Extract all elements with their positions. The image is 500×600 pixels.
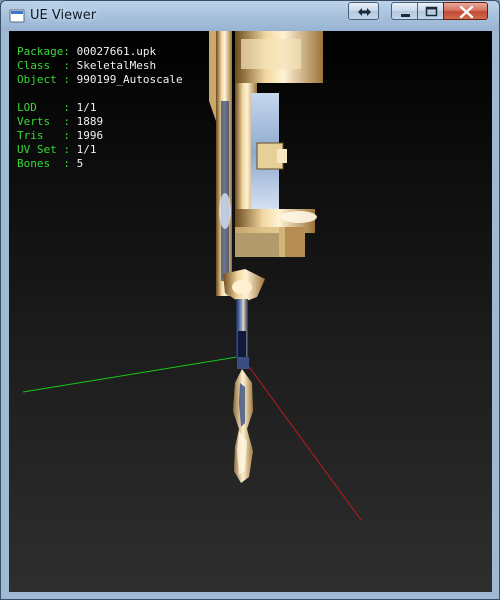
title-bar[interactable]: UE Viewer (1, 1, 499, 31)
package-value: 00027661.upk (76, 45, 157, 58)
info-row-lod: LOD : 1/1 (17, 101, 183, 115)
object-label: Object : (17, 73, 77, 86)
app-icon (9, 9, 25, 23)
window-title: UE Viewer (30, 8, 97, 23)
bones-label: Bones : (17, 157, 77, 170)
app-window: UE Viewer Package: 00027661.upk Class: … (0, 0, 500, 600)
package-label: Package: (17, 45, 77, 58)
lod-value: 1/1 (76, 101, 97, 114)
mesh-info-panel: Package: 00027661.upk Class : SkeletalMe… (17, 45, 183, 171)
info-row-object: Object : 990199_Autoscale (17, 73, 183, 87)
uvset-label: UV Set : (17, 143, 77, 156)
class-label: Class : (17, 59, 77, 72)
info-row-verts: Verts : 1889 (17, 115, 183, 129)
info-row-tris: Tris : 1996 (17, 129, 183, 143)
verts-label: Verts : (17, 115, 77, 128)
mesh-model (209, 31, 323, 483)
verts-value: 1889 (76, 115, 104, 128)
info-row-class: Class : SkeletalMesh (17, 59, 183, 73)
maximize-icon (425, 6, 438, 17)
axis-y-line (22, 356, 238, 393)
axis-x-line (246, 363, 362, 521)
info-row-package: Package: 00027661.upk (17, 45, 183, 59)
info-row-bones: Bones : 5 (17, 157, 183, 171)
tris-value: 1996 (76, 129, 104, 142)
swap-arrows-icon (358, 8, 371, 16)
class-value: SkeletalMesh (76, 59, 157, 72)
minimize-icon (401, 14, 410, 17)
lod-label: LOD : (17, 101, 77, 114)
swap-button[interactable] (348, 2, 379, 20)
uvset-value: 1/1 (76, 143, 97, 156)
bones-value: 5 (76, 157, 84, 170)
info-row-uvset: UV Set : 1/1 (17, 143, 183, 157)
maximize-button[interactable] (417, 2, 444, 20)
minimize-button[interactable] (391, 2, 418, 20)
close-icon (459, 5, 474, 19)
close-button[interactable] (443, 2, 488, 20)
viewport[interactable]: Package: 00027661.upk Class : SkeletalMe… (9, 31, 492, 592)
object-value: 990199_Autoscale (76, 73, 183, 86)
tris-label: Tris : (17, 129, 77, 142)
